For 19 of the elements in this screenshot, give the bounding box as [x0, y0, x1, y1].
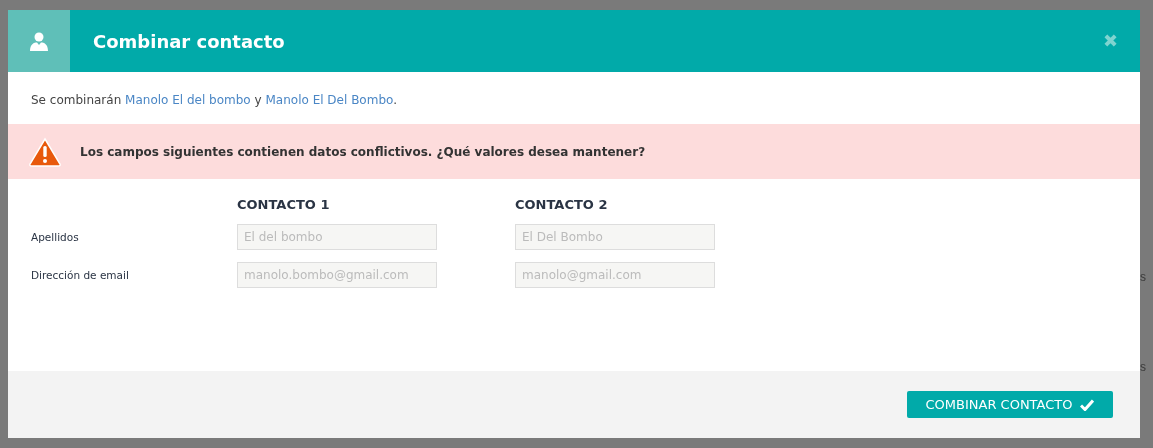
input-field[interactable]: manolo.bombo@gmail.com	[237, 262, 437, 288]
background-text: s	[1140, 270, 1146, 284]
input-field[interactable]: manolo@gmail.com	[515, 262, 715, 288]
close-button[interactable]: ✖	[1103, 30, 1118, 52]
merge-description: Se combinarán Manolo El del bombo y Manolo El Del Bombo.	[30, 92, 398, 109]
input-field[interactable]: El del bombo	[237, 224, 437, 250]
warning-icon	[28, 136, 62, 167]
input-field[interactable]: El Del Bombo	[515, 224, 715, 250]
column-header: CONTACTO 2	[515, 197, 609, 212]
contact-link[interactable]: Manolo El del bombo	[125, 93, 251, 107]
warning-text: Los campos siguientes contienen datos conflictivos. ¿Qué valores desea mantener?	[80, 144, 646, 159]
column-header: CONTACTO 1	[237, 197, 331, 212]
check-icon	[1080, 398, 1095, 411]
field-label: Dirección de email	[31, 269, 130, 281]
person-icon	[29, 31, 49, 51]
dialog-title: Combinar contacto	[93, 30, 286, 52]
field-label: Apellidos	[31, 231, 80, 243]
merge-contact-button[interactable]: COMBINAR CONTACTO	[907, 391, 1113, 418]
background-text: s	[1140, 360, 1146, 374]
